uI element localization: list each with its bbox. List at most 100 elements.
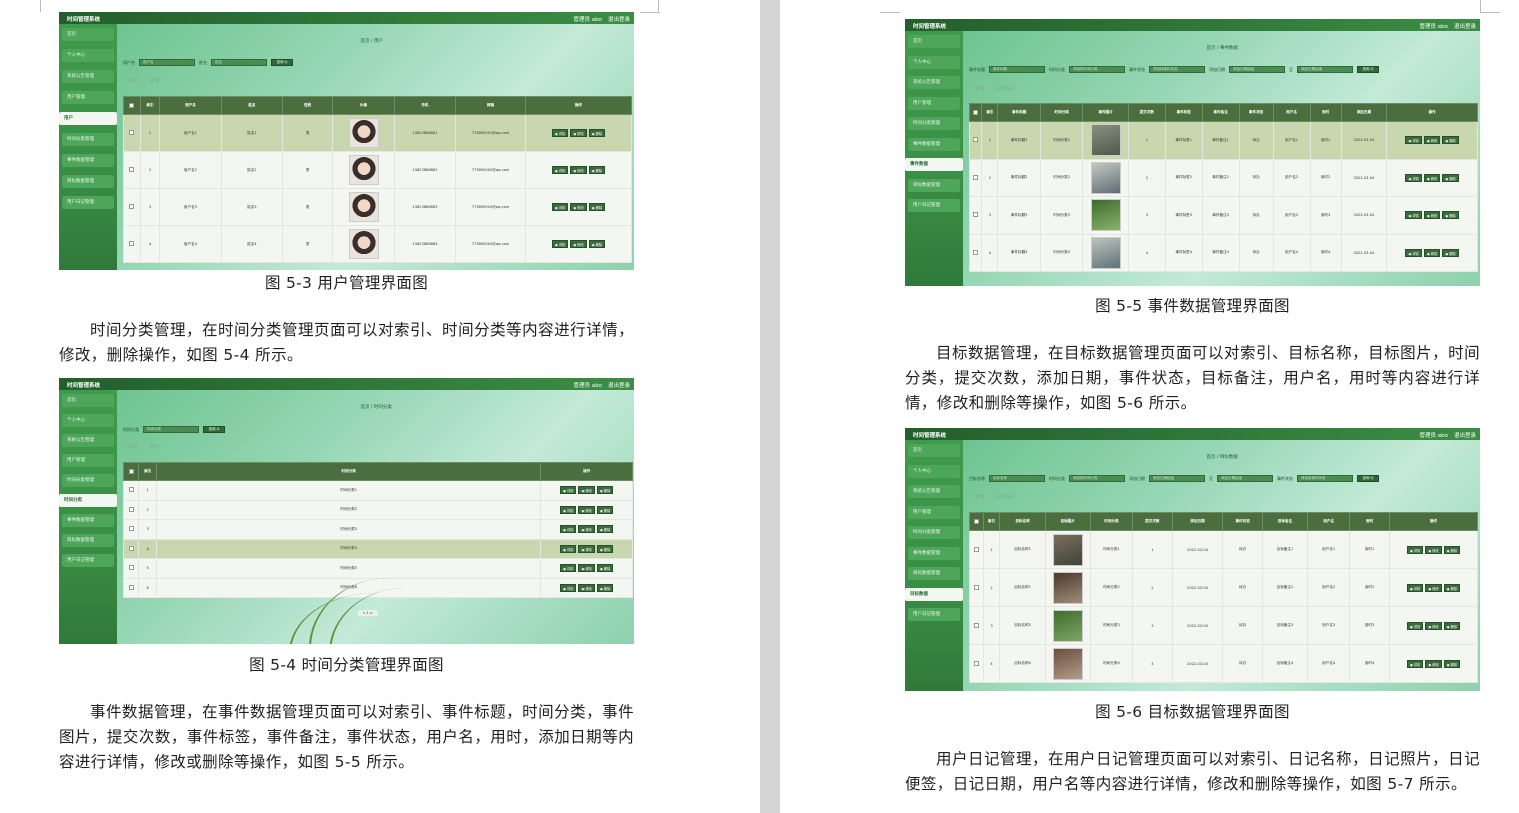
- sidebar-menu-item[interactable]: 事件数据管理: [62, 514, 114, 527]
- sidebar-menu-item[interactable]: 个人中心: [62, 49, 114, 62]
- edit-button[interactable]: ▣ 修改: [1425, 583, 1442, 592]
- delete-button[interactable]: ▣ 删除: [1442, 211, 1459, 220]
- sidebar-menu-item[interactable]: 系统公告管理: [908, 485, 960, 498]
- row-checkbox[interactable]: [973, 174, 979, 180]
- edit-button[interactable]: ▣ 修改: [1425, 659, 1442, 668]
- row-checkbox[interactable]: [973, 660, 979, 666]
- detail-button[interactable]: ▣ 详情: [551, 129, 569, 137]
- search-input[interactable]: 姓名: [211, 59, 267, 66]
- edit-button[interactable]: ▣ 修改: [578, 486, 595, 495]
- toolbar-action-button[interactable]: 删除: [975, 86, 984, 92]
- row-checkbox[interactable]: [128, 565, 134, 571]
- select-all-checkbox[interactable]: [129, 102, 135, 108]
- row-checkbox[interactable]: [129, 167, 135, 172]
- sidebar-menu-item[interactable]: 用户日记管理: [62, 554, 114, 567]
- detail-button[interactable]: ▣ 详情: [1405, 248, 1422, 257]
- detail-button[interactable]: ▣ 详情: [551, 166, 569, 174]
- search-button[interactable]: 查询 Q: [1357, 66, 1379, 73]
- row-checkbox[interactable]: [129, 204, 135, 209]
- edit-button[interactable]: ▣ 修改: [578, 583, 595, 592]
- delete-button[interactable]: ▣ 删除: [1442, 248, 1459, 257]
- row-checkbox[interactable]: [128, 506, 134, 512]
- delete-button[interactable]: ▣ 删除: [588, 203, 606, 211]
- search-input[interactable]: 添加日期结束: [1297, 66, 1353, 73]
- detail-button[interactable]: ▣ 详情: [551, 203, 569, 211]
- search-input[interactable]: 目标名称: [989, 475, 1045, 482]
- logout-link[interactable]: 退出登录: [608, 15, 630, 23]
- detail-button[interactable]: ▣ 详情: [1406, 659, 1424, 668]
- sidebar-menu-item[interactable]: 用户日记管理: [908, 199, 960, 212]
- sidebar-menu-item[interactable]: 目标数据管理: [62, 175, 114, 188]
- search-input[interactable]: 事件标题: [989, 66, 1045, 73]
- search-input[interactable]: 添加日期起始: [1229, 66, 1285, 73]
- search-input[interactable]: 添加日期结束: [1217, 475, 1273, 482]
- sidebar-menu-item[interactable]: 用户管理: [62, 91, 114, 104]
- sidebar-menu-item[interactable]: 时间分类管理: [62, 474, 114, 487]
- sidebar-menu-item[interactable]: 个人中心: [908, 55, 960, 69]
- search-input[interactable]: 请选择时间分类: [1069, 475, 1125, 482]
- edit-button[interactable]: ▣ 修改: [570, 203, 587, 211]
- detail-button[interactable]: ▣ 详情: [560, 525, 577, 534]
- delete-button[interactable]: ▣ 删除: [588, 240, 606, 248]
- row-checkbox[interactable]: [973, 546, 979, 552]
- toolbar-action-button[interactable]: 删除: [150, 78, 159, 84]
- sidebar-menu-item[interactable]: 用户日记管理: [908, 608, 960, 621]
- select-all-checkbox[interactable]: [128, 468, 134, 474]
- detail-button[interactable]: ▣ 详情: [560, 486, 577, 495]
- row-checkbox[interactable]: [128, 526, 134, 532]
- delete-button[interactable]: ▣ 删除: [1442, 173, 1459, 182]
- edit-button[interactable]: ▣ 修改: [1425, 545, 1442, 554]
- toolbar-action-button[interactable]: 统计报表: [996, 86, 1014, 92]
- toolbar-action-button[interactable]: 新增: [129, 444, 138, 450]
- edit-button[interactable]: ▣ 修改: [1423, 136, 1441, 145]
- row-checkbox[interactable]: [973, 137, 979, 143]
- sidebar-menu-item[interactable]: 用户管理: [908, 505, 960, 519]
- row-checkbox[interactable]: [973, 249, 979, 255]
- sidebar-menu-item[interactable]: 事件数据管理: [908, 137, 960, 151]
- delete-button[interactable]: ▣ 删除: [1442, 136, 1459, 145]
- select-all-checkbox[interactable]: [973, 109, 979, 115]
- sidebar-menu-item[interactable]: 系统公告管理: [62, 70, 114, 83]
- sidebar-menu-item[interactable]: 时间分类管理: [62, 133, 114, 146]
- edit-button[interactable]: ▣ 修改: [1423, 248, 1441, 257]
- logout-link[interactable]: 退出登录: [608, 381, 630, 389]
- row-checkbox[interactable]: [128, 545, 134, 551]
- sidebar-menu-item[interactable]: 用户管理: [62, 454, 114, 467]
- search-input[interactable]: 请选择事件状态: [1149, 66, 1205, 73]
- sidebar-menu-item[interactable]: 首页: [62, 28, 114, 41]
- edit-button[interactable]: ▣ 修改: [1423, 211, 1441, 220]
- sidebar-menu-item[interactable]: 事件数据管理: [908, 546, 960, 560]
- sidebar-menu-item[interactable]: 时间分类管理: [908, 117, 960, 130]
- edit-button[interactable]: ▣ 修改: [578, 564, 595, 573]
- sidebar-menu-item[interactable]: 首页: [908, 35, 960, 48]
- edit-button[interactable]: ▣ 修改: [578, 505, 595, 514]
- edit-button[interactable]: ▣ 修改: [578, 544, 595, 553]
- sidebar-menu-item[interactable]: 目标数据管理: [908, 178, 960, 192]
- delete-button[interactable]: ▣ 删除: [596, 564, 614, 573]
- row-checkbox[interactable]: [973, 622, 979, 628]
- search-button[interactable]: 查询 Q: [271, 59, 293, 66]
- delete-button[interactable]: ▣ 删除: [596, 525, 614, 534]
- sidebar-menu-item[interactable]: 用户日记管理: [62, 196, 114, 209]
- detail-button[interactable]: ▣ 详情: [560, 564, 577, 573]
- search-input[interactable]: 时间分类: [143, 426, 199, 433]
- delete-button[interactable]: ▣ 删除: [588, 166, 606, 174]
- search-button[interactable]: 查询 Q: [203, 426, 225, 433]
- sidebar-menu-item[interactable]: 系统公告管理: [908, 76, 960, 89]
- sidebar-menu-item[interactable]: 时间分类管理: [908, 526, 960, 539]
- search-input[interactable]: 请选择事件状态: [1297, 475, 1353, 482]
- detail-button[interactable]: ▣ 详情: [1406, 621, 1424, 630]
- row-checkbox[interactable]: [128, 487, 134, 493]
- toolbar-action-button[interactable]: 删除: [975, 494, 984, 500]
- search-input[interactable]: 添加日期起始: [1149, 475, 1205, 482]
- sidebar-submenu-item[interactable]: 用户: [59, 112, 117, 125]
- sidebar-submenu-item[interactable]: 事件数据: [905, 158, 963, 171]
- detail-button[interactable]: ▣ 详情: [1405, 211, 1422, 220]
- toolbar-action-button[interactable]: 新增: [129, 78, 138, 84]
- detail-button[interactable]: ▣ 详情: [1405, 173, 1422, 182]
- sidebar-menu-item[interactable]: 事件数据管理: [62, 154, 114, 167]
- delete-button[interactable]: ▣ 删除: [1443, 583, 1461, 592]
- sidebar-menu-item[interactable]: 用户管理: [908, 96, 960, 110]
- sidebar-menu-item[interactable]: 目标数据管理: [62, 534, 114, 547]
- sidebar-menu-item[interactable]: 目标数据管理: [908, 567, 960, 580]
